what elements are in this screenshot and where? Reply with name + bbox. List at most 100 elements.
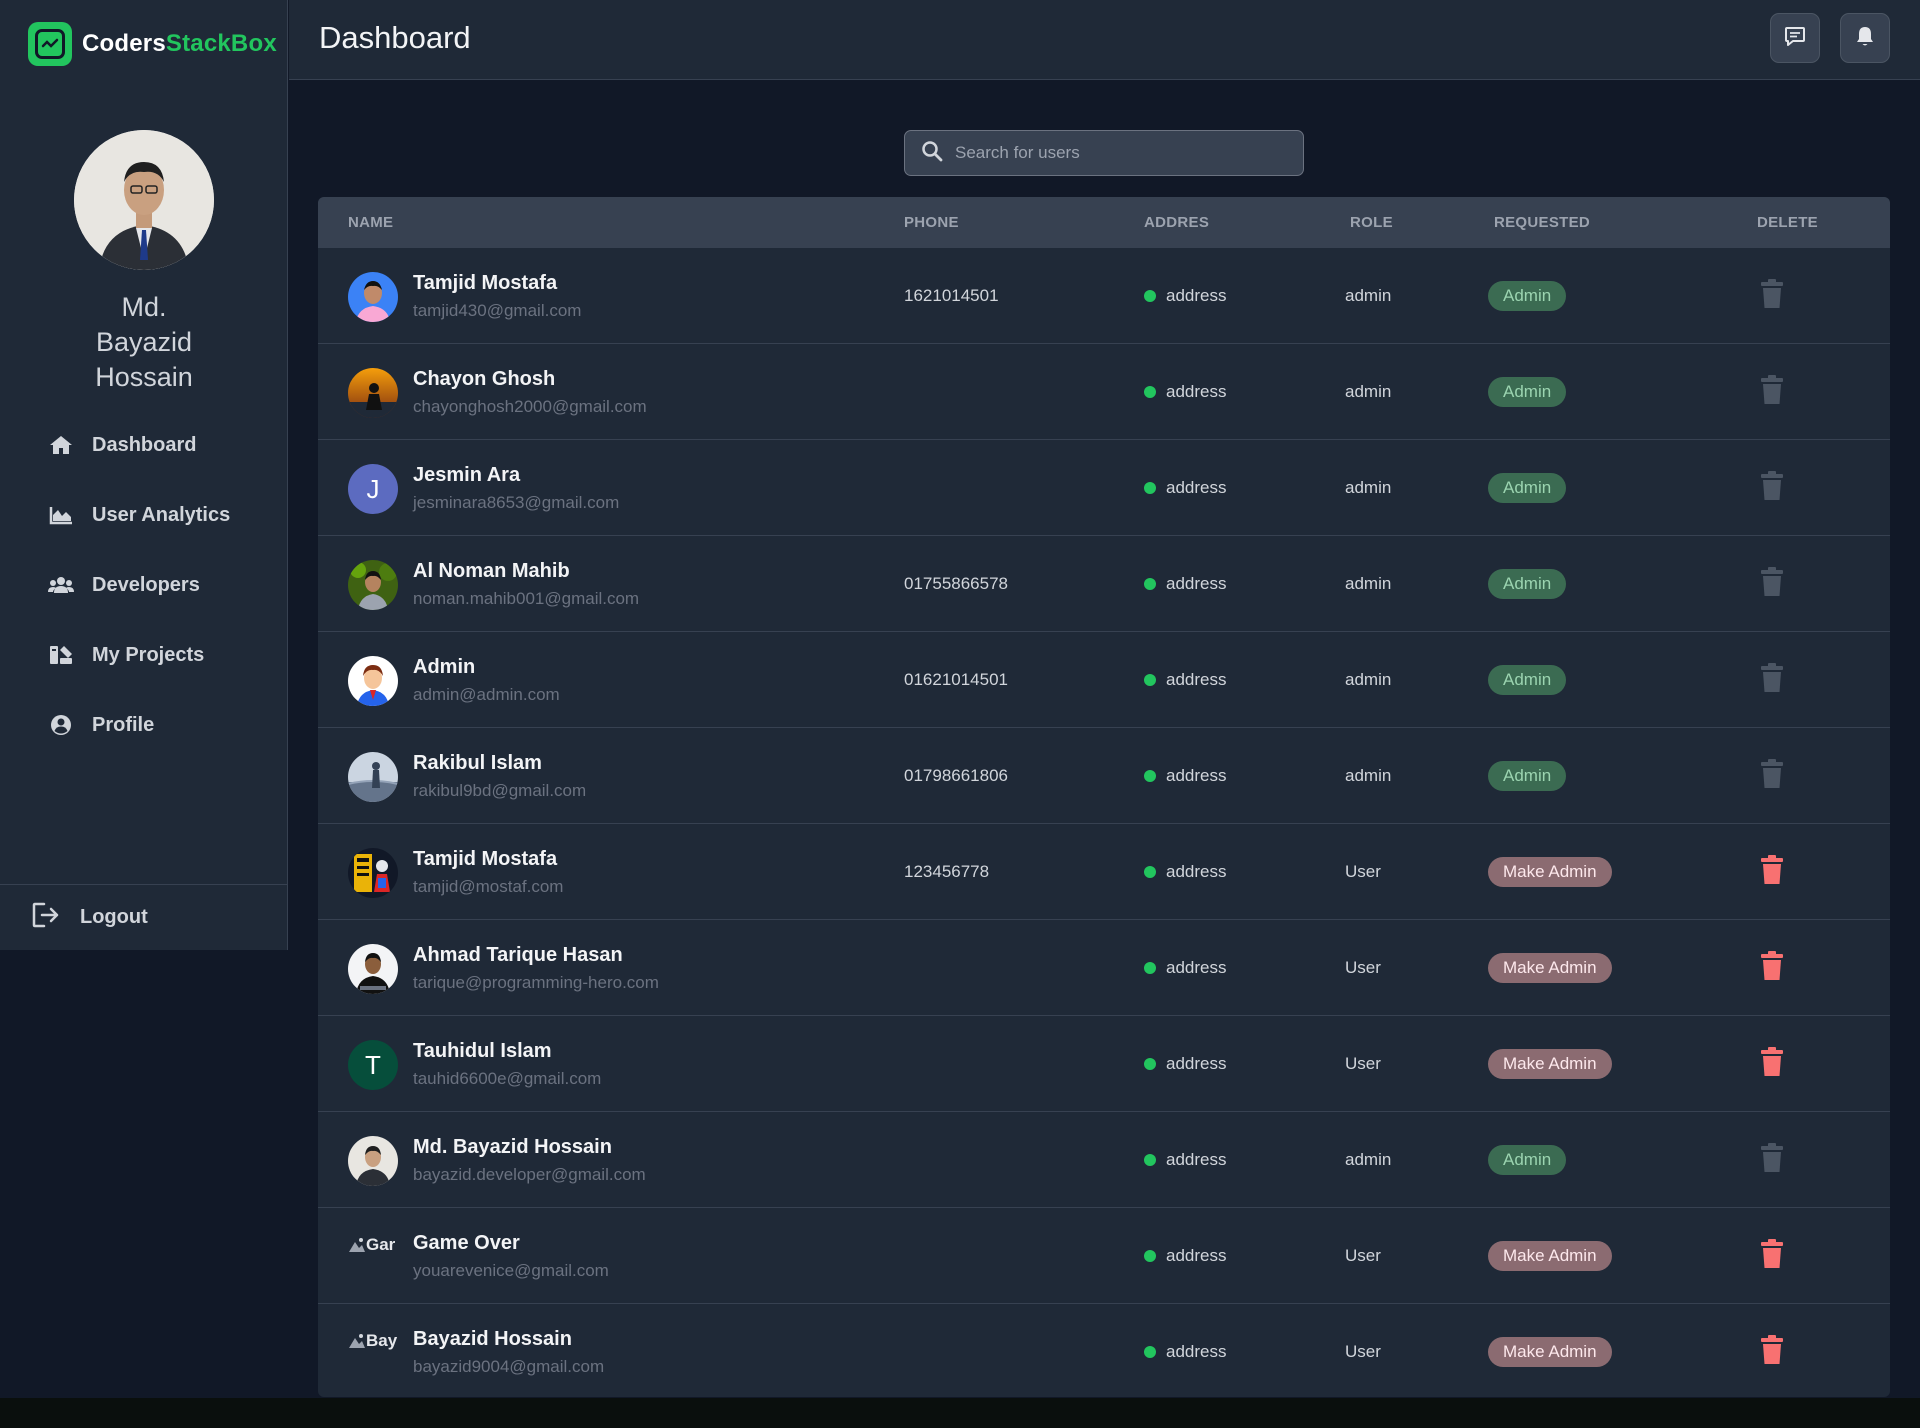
projects-icon bbox=[48, 644, 74, 666]
admin-badge[interactable]: Admin bbox=[1488, 473, 1567, 503]
search-icon bbox=[921, 140, 943, 167]
trash-icon bbox=[1761, 1239, 1783, 1268]
delete-button[interactable] bbox=[1758, 277, 1786, 311]
table-row: Ahmad Tarique Hasan tarique@programming-… bbox=[318, 919, 1890, 1015]
user-name: Admin bbox=[413, 656, 476, 678]
delete-button[interactable] bbox=[1758, 1333, 1786, 1367]
delete-button[interactable] bbox=[1758, 373, 1786, 407]
broken-image-icon: Gar bbox=[348, 1232, 403, 1258]
sidebar-item-label: My Projects bbox=[92, 643, 205, 666]
user-role: admin bbox=[1345, 478, 1392, 497]
make-admin-button[interactable]: Make Admin bbox=[1488, 1049, 1612, 1079]
user-name: Tamjid Mostafa bbox=[413, 272, 558, 294]
sidebar-item-developers[interactable]: Developers bbox=[0, 550, 288, 620]
sidebar-item-dashboard[interactable]: Dashboard bbox=[0, 410, 288, 480]
user-phone: 01798661806 bbox=[904, 766, 1009, 785]
topbar: Dashboard bbox=[289, 0, 1920, 80]
sidebar-item-profile[interactable]: Profile bbox=[0, 690, 288, 760]
brand[interactable]: CodersStackBox bbox=[28, 22, 277, 66]
user-address: address bbox=[1144, 382, 1226, 402]
trash-icon bbox=[1761, 855, 1783, 884]
user-phone: 123456778 bbox=[904, 862, 990, 881]
user-role: admin bbox=[1345, 286, 1392, 305]
delete-button[interactable] bbox=[1758, 1141, 1786, 1175]
user-phone: 01755866578 bbox=[904, 574, 1009, 593]
table-row: Chayon Ghosh chayonghosh2000@gmail.com a… bbox=[318, 343, 1890, 439]
column-header-role: ROLE bbox=[1350, 214, 1393, 231]
message-icon bbox=[1784, 25, 1806, 52]
column-header-phone: PHONE bbox=[904, 214, 959, 231]
user-address: address bbox=[1144, 1150, 1226, 1170]
table-row: Gar Game Over youarevenice@gmail.com add… bbox=[318, 1207, 1890, 1303]
status-dot bbox=[1144, 482, 1156, 494]
user-name: Md. Bayazid Hossain bbox=[413, 1136, 612, 1158]
brand-logo-icon bbox=[28, 22, 72, 66]
admin-badge[interactable]: Admin bbox=[1488, 1145, 1567, 1175]
delete-button[interactable] bbox=[1758, 565, 1786, 599]
trash-icon bbox=[1761, 759, 1783, 788]
table-row: Tamjid Mostafa tamjid@mostaf.com 1234567… bbox=[318, 823, 1890, 919]
status-dot bbox=[1144, 962, 1156, 974]
user-name: Bayazid Hossain bbox=[413, 1328, 572, 1350]
sidebar: CodersStackBox Md. Bayazid Hossain Dashb… bbox=[0, 0, 288, 950]
admin-badge[interactable]: Admin bbox=[1488, 761, 1567, 791]
delete-button[interactable] bbox=[1758, 469, 1786, 503]
notifications-button[interactable] bbox=[1840, 13, 1890, 63]
user-name: Tamjid Mostafa bbox=[413, 848, 558, 870]
logout-button[interactable]: Logout bbox=[0, 884, 288, 950]
user-avatar: T bbox=[348, 1040, 398, 1090]
user-email: tarique@programming-hero.com bbox=[413, 973, 659, 992]
status-dot bbox=[1144, 674, 1156, 686]
trash-icon bbox=[1761, 1047, 1783, 1076]
delete-button[interactable] bbox=[1758, 949, 1786, 983]
user-role: admin bbox=[1345, 574, 1392, 593]
admin-badge[interactable]: Admin bbox=[1488, 281, 1567, 311]
sidebar-item-label: Dashboard bbox=[92, 433, 197, 456]
delete-button[interactable] bbox=[1758, 1237, 1786, 1271]
brand-name: CodersStackBox bbox=[82, 30, 277, 57]
status-dot bbox=[1144, 1154, 1156, 1166]
sidebar-item-my-projects[interactable]: My Projects bbox=[0, 620, 288, 690]
home-icon bbox=[48, 434, 74, 456]
delete-button[interactable] bbox=[1758, 1045, 1786, 1079]
status-dot bbox=[1144, 386, 1156, 398]
status-dot bbox=[1144, 1250, 1156, 1262]
sidebar-item-user-analytics[interactable]: User Analytics bbox=[0, 480, 288, 550]
make-admin-button[interactable]: Make Admin bbox=[1488, 1337, 1612, 1367]
admin-badge[interactable]: Admin bbox=[1488, 569, 1567, 599]
user-address: address bbox=[1144, 958, 1226, 978]
user-avatar bbox=[348, 272, 398, 322]
user-role: admin bbox=[1345, 1150, 1392, 1169]
admin-badge[interactable]: Admin bbox=[1488, 665, 1567, 695]
user-avatar bbox=[348, 1136, 398, 1186]
user-address: address bbox=[1144, 286, 1226, 306]
delete-button[interactable] bbox=[1758, 853, 1786, 887]
status-dot bbox=[1144, 866, 1156, 878]
user-role: User bbox=[1345, 862, 1381, 881]
user-role: User bbox=[1345, 958, 1381, 977]
make-admin-button[interactable]: Make Admin bbox=[1488, 953, 1612, 983]
user-avatar bbox=[348, 656, 398, 706]
user-name: Al Noman Mahib bbox=[413, 560, 570, 582]
admin-badge[interactable]: Admin bbox=[1488, 377, 1567, 407]
sidebar-item-label: Developers bbox=[92, 573, 200, 596]
make-admin-button[interactable]: Make Admin bbox=[1488, 857, 1612, 887]
make-admin-button[interactable]: Make Admin bbox=[1488, 1241, 1612, 1271]
delete-button[interactable] bbox=[1758, 661, 1786, 695]
trash-icon bbox=[1761, 951, 1783, 980]
table-row: Md. Bayazid Hossain bayazid.developer@gm… bbox=[318, 1111, 1890, 1207]
delete-button[interactable] bbox=[1758, 757, 1786, 791]
sidebar-nav: Dashboard User Analytics Developers My P… bbox=[0, 410, 288, 760]
messages-button[interactable] bbox=[1770, 13, 1820, 63]
table-header: NAME PHONE ADDRES ROLE REQUESTED DELETE bbox=[318, 197, 1890, 247]
user-avatar bbox=[348, 368, 398, 418]
user-email: bayazid.developer@gmail.com bbox=[413, 1165, 646, 1184]
user-name: Jesmin Ara bbox=[413, 464, 521, 486]
profile-name: Md. Bayazid Hossain bbox=[95, 292, 193, 392]
search-box[interactable] bbox=[904, 130, 1304, 176]
user-name: Ahmad Tarique Hasan bbox=[413, 944, 623, 966]
status-dot bbox=[1144, 1058, 1156, 1070]
search-input[interactable] bbox=[955, 143, 1275, 163]
table-row: Tamjid Mostafa tamjid430@gmail.com 16210… bbox=[318, 247, 1890, 343]
user-address: address bbox=[1144, 1342, 1226, 1362]
